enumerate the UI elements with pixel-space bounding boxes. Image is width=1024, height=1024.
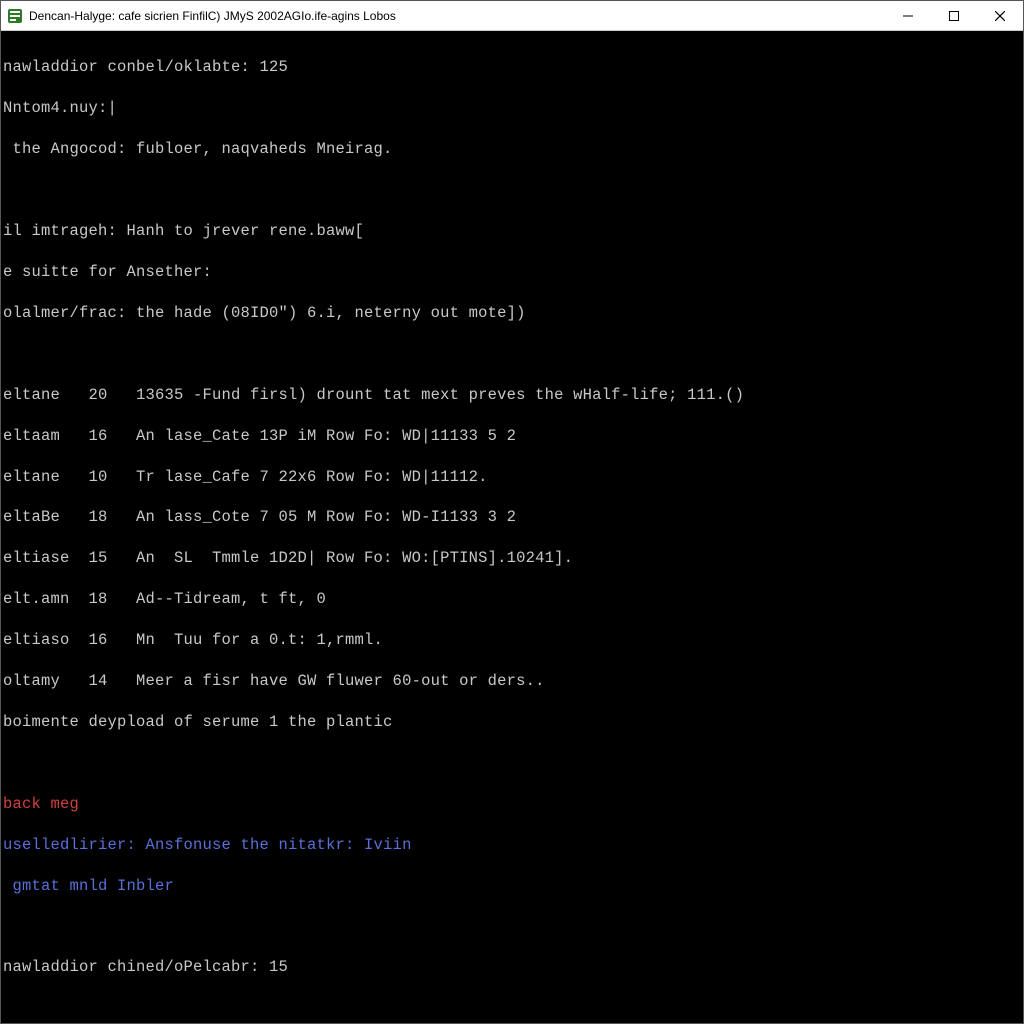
table-row: eltiase 15 An SL Tmmle 1D2D| Row Fo: WO:…	[1, 548, 1023, 568]
terminal-line: e suitte for Ansether:	[1, 262, 1023, 282]
terminal-blank	[1, 998, 1023, 1018]
minimize-button[interactable]	[885, 1, 931, 30]
terminal-blank	[1, 753, 1023, 773]
terminal-output[interactable]: nawladdior conbel/oklabte: 125 Nntom4.nu…	[1, 31, 1023, 1023]
app-icon	[7, 8, 23, 24]
terminal-line: nawladdior conbel/oklabte: 125	[1, 57, 1023, 77]
app-window: Dencan-Halyge: cafe sicrien FinfilC) JMy…	[0, 0, 1024, 1024]
table-row: eltiaso 16 Mn Tuu for a 0.t: 1,rmml.	[1, 630, 1023, 650]
table-row: eltaBe 18 An lass_Cote 7 05 M Row Fo: WD…	[1, 507, 1023, 527]
terminal-line: boimente deypload of serume 1 the planti…	[1, 712, 1023, 732]
close-icon	[995, 11, 1005, 21]
titlebar[interactable]: Dencan-Halyge: cafe sicrien FinfilC) JMy…	[1, 1, 1023, 31]
terminal-blank	[1, 180, 1023, 200]
info-line: gmtat mnld Inbler	[1, 876, 1023, 896]
terminal-line: nawladdior chined/oPelcabr: 15	[1, 957, 1023, 977]
terminal-line: Nntom4.nuy:|	[1, 98, 1023, 118]
table-row: eltaam 16 An lase_Cate 13P iM Row Fo: WD…	[1, 426, 1023, 446]
terminal-blank	[1, 916, 1023, 936]
error-line: back meg	[1, 794, 1023, 814]
terminal-blank	[1, 344, 1023, 364]
info-line: uselledlirier: Ansfonuse the nitatkr: Iv…	[1, 835, 1023, 855]
maximize-button[interactable]	[931, 1, 977, 30]
terminal-line: il imtrageh: Hanh to jrever rene.baww[	[1, 221, 1023, 241]
maximize-icon	[949, 11, 959, 21]
terminal-line: olalmer/frac: the hade (08ID0") 6.i, net…	[1, 303, 1023, 323]
minimize-icon	[903, 11, 913, 21]
window-title: Dencan-Halyge: cafe sicrien FinfilC) JMy…	[29, 9, 885, 23]
close-button[interactable]	[977, 1, 1023, 30]
table-row: oltamy 14 Meer a fisr have GW fluwer 60-…	[1, 671, 1023, 691]
table-row: elt.amn 18 Ad--Tidream, t ft, 0	[1, 589, 1023, 609]
table-row: eltane 10 Tr lase_Cafe 7 22x6 Row Fo: WD…	[1, 467, 1023, 487]
table-row: eltane 20 13635 -Fund firsl) drount tat …	[1, 385, 1023, 405]
window-controls	[885, 1, 1023, 30]
terminal-line: the Angocod: fubloer, naqvaheds Mneirag.	[1, 139, 1023, 159]
